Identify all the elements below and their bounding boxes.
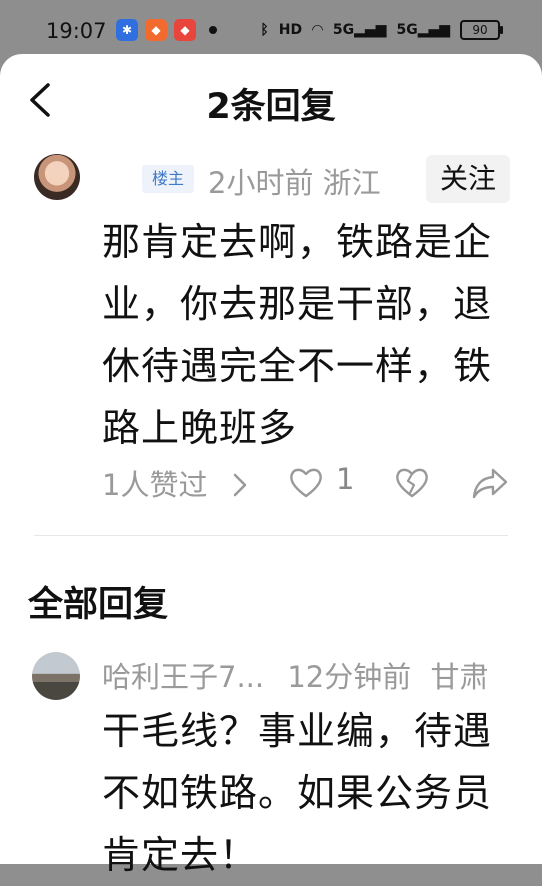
app-icon-red: ◆: [174, 19, 196, 41]
page-title: 2条回复: [206, 87, 336, 127]
hd-icon: HD: [278, 22, 303, 38]
main-comment-text: 那肯定去啊，铁路是企业，你去那是干部，退休待遇完全不一样，铁路上晚班多: [102, 220, 493, 450]
comment-meta: 2小时前 浙江: [208, 166, 381, 200]
section-title: 全部回复: [28, 585, 169, 625]
notification-dot-icon: [209, 26, 217, 34]
like-heart-icon[interactable]: [288, 465, 324, 501]
baidu-icon: ✱: [116, 19, 138, 41]
reply-time: 12分钟前: [287, 660, 412, 694]
status-time: 19:07: [46, 19, 107, 43]
reply-meta: 哈利王子7... 12分钟前 甘肃: [102, 654, 488, 696]
avatar[interactable]: [34, 154, 80, 200]
signal-icon: 5G▂▄▆: [396, 22, 450, 38]
status-bar: 19:07 ✱ ◆ ◆ ᛒ HD ◠ 5G▂▄▆ 5G▂▄▆ 90: [0, 0, 542, 62]
reply-text: 干毛线？事业编，待遇不如铁路。如果公务员肯定去！: [102, 709, 493, 877]
app-icon-orange: ◆: [145, 19, 167, 41]
like-count: 1: [336, 462, 355, 496]
bluetooth-icon: ᛒ: [260, 22, 269, 38]
chevron-right-icon[interactable]: [232, 472, 248, 498]
battery-icon: 90: [460, 20, 503, 40]
share-icon[interactable]: [471, 465, 509, 501]
reply-sheet: 2条回复 楼主 2小时前 浙江 关注 那肯定去啊，铁路是企业，你去那是干部，退休…: [0, 54, 542, 877]
likes-summary[interactable]: 1人赞过: [102, 462, 207, 504]
dislike-heart-icon[interactable]: [394, 465, 430, 501]
owner-badge: 楼主: [142, 165, 194, 193]
follow-button[interactable]: 关注: [426, 155, 510, 203]
reply-author[interactable]: 哈利王子7...: [102, 660, 264, 694]
reply-location: 甘肃: [430, 660, 489, 694]
wifi-icon: ◠: [312, 22, 323, 38]
avatar[interactable]: [32, 652, 80, 700]
signal-icon: 5G▂▄▆: [332, 22, 387, 38]
divider: [34, 535, 508, 536]
